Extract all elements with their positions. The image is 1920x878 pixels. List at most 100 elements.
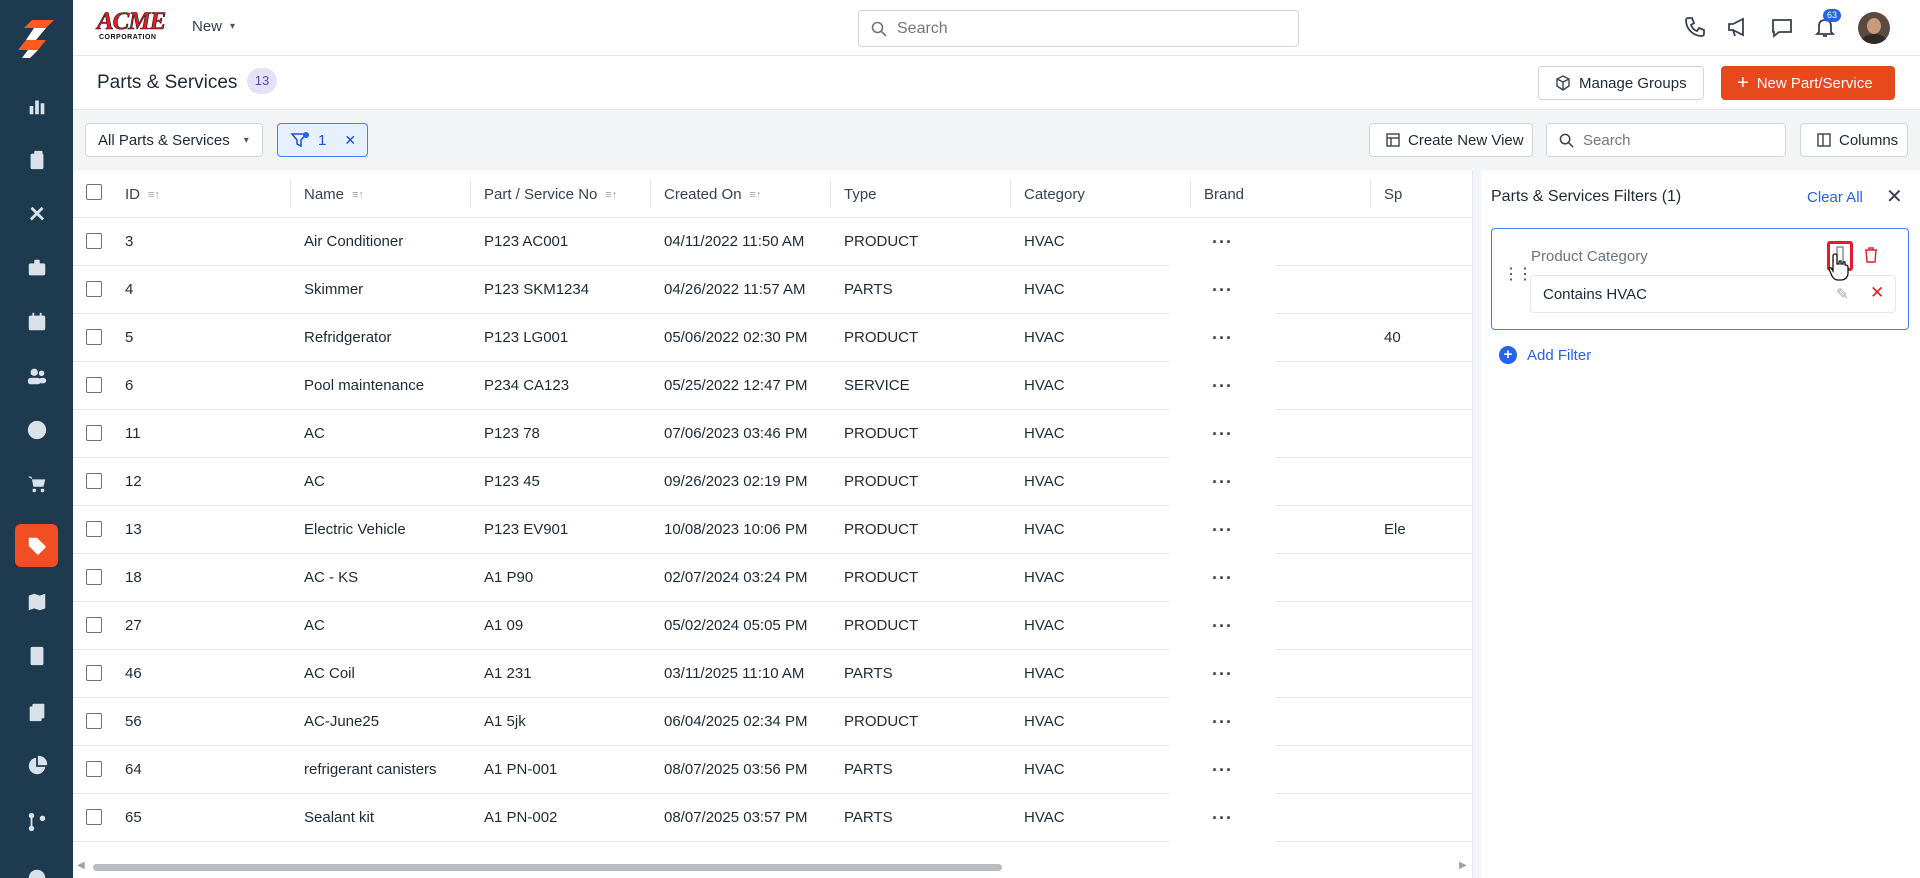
scroll-left-icon[interactable]: ◀ — [77, 860, 85, 871]
company-logo[interactable]: ACME CORPORATION — [97, 9, 167, 42]
sidebar-item-calendar[interactable] — [15, 300, 58, 343]
messages-button[interactable] — [1770, 15, 1796, 41]
sidebar-item-reports[interactable] — [15, 84, 58, 127]
row-actions-menu[interactable]: ··· — [1169, 218, 1276, 266]
table-row[interactable]: 6 Pool maintenance P234 CA123 05/25/2022 12… — [73, 362, 1472, 410]
sidebar-item-map[interactable] — [15, 580, 58, 623]
scrollbar-thumb[interactable] — [93, 864, 1002, 871]
create-new-view-button[interactable]: Create New View — [1369, 123, 1533, 157]
global-search-input[interactable] — [897, 11, 1287, 46]
row-actions-menu[interactable]: ··· — [1169, 746, 1276, 794]
app-logo[interactable] — [16, 18, 56, 60]
column-header-type[interactable]: Type — [844, 186, 877, 203]
table-row[interactable]: 3 Air Conditioner P123 AC001 04/11/2022 11:… — [73, 218, 1472, 266]
table-row[interactable]: 12 AC P123 45 09/26/2023 02:19 PM PRODUCT HVA… — [73, 458, 1472, 506]
sidebar-item-time[interactable] — [15, 408, 58, 451]
table-row[interactable]: 5 Refridgerator P123 LG001 05/06/2022 02:30… — [73, 314, 1472, 362]
sidebar-item-tools[interactable] — [15, 192, 58, 235]
sidebar-item-analytics[interactable] — [15, 744, 58, 787]
active-filter-chip[interactable]: 1 ✕ — [277, 123, 368, 157]
phone-button[interactable] — [1683, 15, 1709, 41]
row-actions-menu[interactable]: ··· — [1169, 314, 1276, 362]
row-actions-menu[interactable]: ··· — [1169, 650, 1276, 698]
row-actions-menu[interactable]: ··· — [1169, 458, 1276, 506]
global-search[interactable] — [858, 10, 1299, 47]
sidebar-item-workflow[interactable] — [15, 800, 58, 843]
table-row[interactable]: 46 AC Coil A1 231 03/11/2025 11:10 AM PARTS H… — [73, 650, 1472, 698]
clear-filter-icon[interactable]: ✕ — [344, 132, 356, 149]
column-header-part-no[interactable]: Part / Service No ≡↑ — [484, 186, 617, 203]
sidebar-item-briefcase[interactable] — [15, 246, 58, 289]
cell-part-no: P123 78 — [484, 425, 540, 442]
row-actions-menu[interactable]: ··· — [1169, 602, 1276, 650]
sort-icon[interactable]: ≡↑ — [605, 189, 617, 201]
row-checkbox[interactable] — [86, 329, 102, 345]
row-checkbox[interactable] — [86, 617, 102, 633]
sidebar-item-cart[interactable] — [15, 462, 58, 505]
grid-search-input[interactable] — [1583, 124, 1778, 156]
horizontal-scrollbar[interactable]: ◀ ▶ — [73, 854, 1472, 878]
sort-icon[interactable]: ≡↑ — [148, 189, 160, 201]
row-checkbox[interactable] — [86, 809, 102, 825]
column-header-sp[interactable]: Sp — [1384, 186, 1402, 203]
sidebar-item-settings[interactable] — [15, 856, 58, 878]
columns-button[interactable]: Columns — [1800, 123, 1908, 157]
manage-groups-button[interactable]: Manage Groups — [1538, 66, 1704, 100]
view-selector[interactable]: All Parts & Services ▾ — [85, 123, 263, 157]
row-actions-menu[interactable]: ··· — [1169, 506, 1276, 554]
column-header-label: Category — [1024, 186, 1085, 203]
sidebar-item-documents[interactable] — [15, 690, 58, 733]
table-row[interactable]: 27 AC A1 09 05/02/2024 05:05 PM PRODUCT HVAC ·… — [73, 602, 1472, 650]
row-checkbox[interactable] — [86, 425, 102, 441]
column-header-id[interactable]: ID ≡↑ — [125, 186, 160, 203]
row-checkbox[interactable] — [86, 377, 102, 393]
grid-search[interactable] — [1546, 123, 1786, 157]
table-row[interactable]: 65 Sealant kit A1 PN-002 08/07/2025 03:57 P… — [73, 794, 1472, 842]
table-row[interactable]: 11 AC P123 78 07/06/2023 03:46 PM PRODUCT HVA… — [73, 410, 1472, 458]
row-actions-menu[interactable]: ··· — [1169, 554, 1276, 602]
new-menu-button[interactable]: New ▾ — [192, 18, 235, 35]
add-filter-button[interactable]: + Add Filter — [1499, 346, 1591, 364]
column-header-category[interactable]: Category — [1024, 186, 1085, 203]
row-checkbox[interactable] — [86, 473, 102, 489]
scroll-right-icon[interactable]: ▶ — [1459, 860, 1467, 871]
column-header-brand[interactable]: Brand — [1204, 186, 1244, 203]
sidebar-item-calculator[interactable] — [15, 634, 58, 677]
user-avatar[interactable] — [1858, 12, 1890, 44]
table-row[interactable]: 13 Electric Vehicle P123 EV901 10/08/2023 1… — [73, 506, 1472, 554]
announcements-button[interactable] — [1726, 15, 1752, 41]
column-header-name[interactable]: Name ≡↑ — [304, 186, 364, 203]
drag-handle-icon[interactable]: ⋮⋮ — [1503, 267, 1533, 283]
row-checkbox[interactable] — [86, 569, 102, 585]
table-row[interactable]: 64 refrigerant canisters A1 PN-001 08/07/20… — [73, 746, 1472, 794]
close-icon[interactable]: ✕ — [1886, 187, 1903, 207]
new-part-service-button[interactable]: + New Part/Service — [1721, 66, 1895, 100]
table-row[interactable]: 56 AC-June25 A1 5jk 06/04/2025 02:34 PM PROD… — [73, 698, 1472, 746]
remove-value-icon[interactable]: ✕ — [1870, 283, 1884, 303]
row-actions-menu[interactable]: ··· — [1169, 794, 1276, 842]
row-actions-menu[interactable]: ··· — [1169, 362, 1276, 410]
row-checkbox[interactable] — [86, 761, 102, 777]
sort-icon[interactable]: ≡↑ — [750, 189, 762, 201]
row-checkbox[interactable] — [86, 521, 102, 537]
table-row[interactable]: 18 AC - KS A1 P90 02/07/2024 03:24 PM PRODUC… — [73, 554, 1472, 602]
column-header-created-on[interactable]: Created On ≡↑ — [664, 186, 761, 203]
row-checkbox[interactable] — [86, 713, 102, 729]
columns-label: Columns — [1839, 131, 1899, 149]
pencil-icon[interactable]: ✎ — [1836, 285, 1849, 303]
sidebar-item-customers[interactable] — [15, 354, 58, 397]
row-checkbox[interactable] — [86, 281, 102, 297]
row-checkbox[interactable] — [86, 665, 102, 681]
sort-icon[interactable]: ≡↑ — [352, 189, 364, 201]
cell-created-on: 08/07/2025 03:56 PM — [664, 761, 808, 778]
row-checkbox[interactable] — [86, 233, 102, 249]
sidebar-item-parts-services[interactable] — [15, 524, 58, 567]
select-all-checkbox[interactable] — [86, 184, 102, 200]
row-actions-menu[interactable]: ··· — [1169, 410, 1276, 458]
clear-all-link[interactable]: Clear All — [1807, 189, 1863, 206]
delete-filter-button[interactable] — [1864, 247, 1878, 267]
table-row[interactable]: 4 Skimmer P123 SKM1234 04/26/2022 11:57 AM P… — [73, 266, 1472, 314]
row-actions-menu[interactable]: ··· — [1169, 266, 1276, 314]
row-actions-menu[interactable]: ··· — [1169, 698, 1276, 746]
sidebar-item-jobs[interactable] — [15, 138, 58, 181]
